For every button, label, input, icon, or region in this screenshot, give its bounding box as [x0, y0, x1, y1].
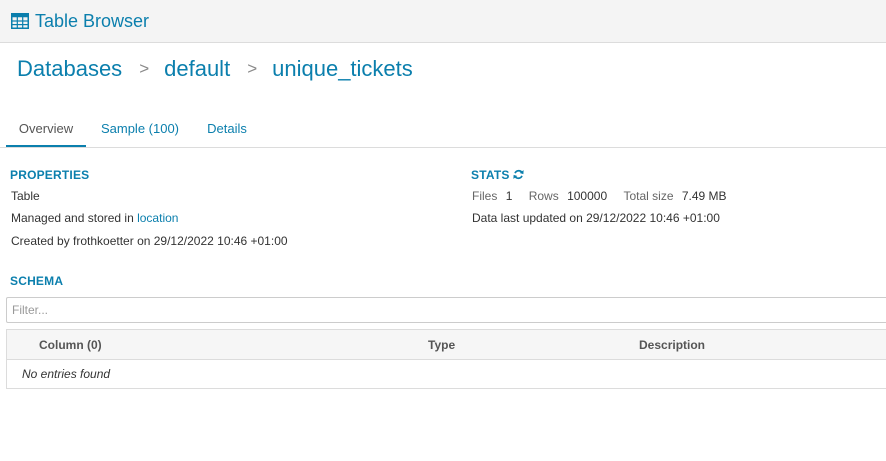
refresh-icon[interactable] [512, 169, 524, 180]
schema-title: SCHEMA [10, 274, 64, 288]
table-grid-icon [11, 13, 29, 29]
stats-title: STATS [471, 168, 510, 182]
app-title: Table Browser [35, 11, 150, 31]
table-type: Table [11, 189, 40, 203]
location-link[interactable]: location [137, 211, 178, 225]
app-header: Table Browser [0, 0, 886, 43]
files-label: Files [472, 189, 498, 203]
breadcrumb: Databases > default > unique_tickets [17, 56, 413, 82]
schema-table: Column (0) Type Description No entries f… [6, 329, 886, 389]
tab-bar: Overview Sample (100) Details [0, 112, 886, 148]
files-value: 1 [505, 189, 513, 203]
column-header-description[interactable]: Description [639, 338, 705, 352]
managed-prefix: Managed and stored in [11, 211, 138, 225]
schema-table-header: Column (0) Type Description [7, 330, 886, 360]
stats-summary: Files 1 Rows 100000 Total size 7.49 MB [472, 189, 727, 203]
managed-location-line: Managed and stored in location [11, 211, 178, 225]
schema-table-body: No entries found [7, 360, 886, 388]
tab-overview[interactable]: Overview [6, 112, 86, 147]
breadcrumb-separator: > [139, 59, 150, 78]
tab-sample[interactable]: Sample (100) [96, 112, 184, 147]
column-header-type[interactable]: Type [428, 338, 455, 352]
column-header-name[interactable]: Column (0) [39, 338, 102, 352]
tab-details[interactable]: Details [202, 112, 252, 147]
last-updated-line: Data last updated on 29/12/2022 10:46 +0… [472, 211, 720, 225]
properties-title: PROPERTIES [10, 168, 90, 182]
empty-state-text: No entries found [22, 367, 111, 381]
total-size-value: 7.49 MB [681, 189, 727, 203]
rows-value: 100000 [567, 189, 608, 203]
created-by-line: Created by frothkoetter on 29/12/2022 10… [11, 234, 288, 248]
breadcrumb-databases[interactable]: Databases [17, 56, 122, 81]
breadcrumb-default[interactable]: default [164, 56, 230, 81]
total-size-label: Total size [623, 189, 674, 203]
schema-filter-input[interactable] [6, 297, 886, 323]
stats-title-wrap: STATS [471, 168, 524, 182]
breadcrumb-separator: > [247, 59, 258, 78]
breadcrumb-table[interactable]: unique_tickets [272, 56, 413, 81]
rows-label: Rows [528, 189, 559, 203]
